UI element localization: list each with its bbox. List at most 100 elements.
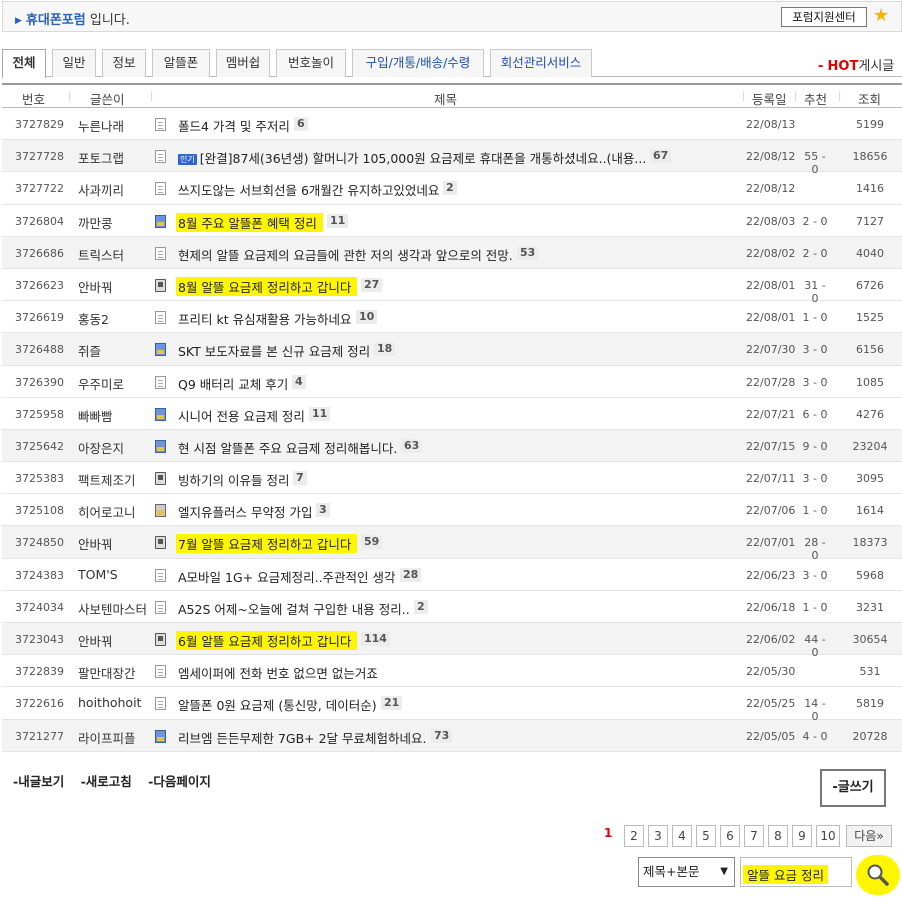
- page-link[interactable]: 10: [816, 825, 840, 847]
- comment-count[interactable]: 3: [316, 503, 330, 518]
- post-title-link[interactable]: 쓰지도않는 서브회선을 6개월간 유지하고있었네요: [178, 180, 439, 199]
- comment-count[interactable]: 53: [517, 245, 539, 260]
- comment-count[interactable]: 18: [374, 342, 396, 357]
- post-author[interactable]: 트릭스터: [78, 245, 124, 264]
- comment-count[interactable]: 28: [400, 567, 422, 582]
- page-link[interactable]: 3: [648, 825, 668, 847]
- phone-icon: [155, 472, 166, 486]
- comment-count[interactable]: 7: [293, 471, 307, 486]
- search-scope-value: 제목+본문: [643, 864, 700, 879]
- comment-count[interactable]: 73: [431, 728, 453, 743]
- search-scope-select[interactable]: 제목+본문 ▼: [638, 857, 735, 887]
- tab-purchase[interactable]: 구입/개통/배송/수령: [352, 49, 484, 77]
- page-link[interactable]: 8: [768, 825, 788, 847]
- tab-info[interactable]: 정보: [102, 49, 146, 77]
- doc-icon: [155, 150, 166, 164]
- page-link[interactable]: 9: [792, 825, 812, 847]
- post-title-link[interactable]: 프리티 kt 유심재활용 가능하네요: [178, 309, 352, 328]
- post-author[interactable]: 팔만대장간: [78, 663, 136, 682]
- post-title-link[interactable]: 인기 [완결]87세(36년생) 할머니가 105,000원 요금제로 휴대폰을 …: [178, 148, 646, 167]
- post-author[interactable]: 팩트제조기: [78, 470, 136, 489]
- comment-count[interactable]: 11: [327, 213, 349, 228]
- post-author[interactable]: 아장은지: [78, 438, 124, 457]
- post-title-link[interactable]: A모바일 1G+ 요금제정리..주관적인 생각: [178, 567, 396, 586]
- post-author[interactable]: 사과끼리: [78, 180, 124, 199]
- post-title-link[interactable]: SKT 보도자료를 본 신규 요금제 정리: [178, 341, 370, 360]
- tab-line-management[interactable]: 회선관리서비스: [490, 49, 592, 77]
- post-author[interactable]: 안바꿔: [78, 534, 113, 553]
- post-title-link[interactable]: Q9 배터리 교체 후기: [178, 374, 288, 393]
- comment-count[interactable]: 2: [414, 599, 428, 614]
- post-title-link[interactable]: 빙하기의 이유들 정리: [178, 470, 289, 489]
- comment-count[interactable]: 2: [443, 181, 457, 196]
- search-button[interactable]: [856, 855, 900, 895]
- page-link[interactable]: 6: [720, 825, 740, 847]
- post-author[interactable]: TOM'S: [78, 567, 118, 582]
- image-icon: [155, 407, 166, 421]
- tab-mvno[interactable]: 알뜰폰: [152, 49, 210, 77]
- tab-number-play[interactable]: 번호놀이: [276, 49, 346, 77]
- image-icon: [155, 214, 166, 228]
- post-title-link[interactable]: 엘지유플러스 무약정 가입: [178, 502, 312, 521]
- post-author[interactable]: 빠빠빰: [78, 406, 113, 425]
- comment-count[interactable]: 6: [294, 117, 308, 131]
- page-link[interactable]: 2: [624, 825, 644, 847]
- post-title-link[interactable]: 현제의 알뜰 요금제의 요금들에 관한 저의 생각과 앞으로의 전망.: [178, 245, 513, 264]
- post-title-link[interactable]: 폴드4 가격 및 주저리: [178, 116, 290, 135]
- post-number: 3727728: [15, 150, 64, 164]
- tab-all[interactable]: 전체: [2, 49, 46, 78]
- post-title-link[interactable]: 6월 알뜰 요금제 정리하고 갑니다: [176, 631, 358, 650]
- post-author[interactable]: hoithohoit: [78, 695, 141, 710]
- next-pages-button[interactable]: 다음»: [846, 825, 892, 847]
- search-input[interactable]: 알뜰 요금 정리: [740, 857, 852, 887]
- post-author[interactable]: 히어로고니: [78, 502, 136, 521]
- write-button[interactable]: -글쓰기: [820, 769, 886, 807]
- tab-general[interactable]: 일반: [52, 49, 96, 77]
- comment-count[interactable]: 11: [309, 406, 331, 421]
- post-views: 1416: [856, 182, 884, 196]
- tab-membership[interactable]: 멤버쉽: [216, 49, 270, 77]
- comment-count[interactable]: 114: [361, 632, 390, 646]
- my-posts-link[interactable]: -내글보기: [13, 774, 64, 789]
- post-title-link[interactable]: 시니어 전용 요금제 정리: [178, 406, 305, 425]
- post-author[interactable]: 라이프피플: [78, 728, 136, 747]
- post-title-link[interactable]: 현 시점 알뜰폰 주요 요금제 정리해봅니다.: [178, 438, 397, 457]
- comment-count[interactable]: 21: [381, 696, 403, 711]
- post-author[interactable]: 누른나래: [78, 116, 124, 135]
- page-link[interactable]: 7: [744, 825, 764, 847]
- comment-count[interactable]: 63: [401, 438, 423, 453]
- page-link[interactable]: 4: [672, 825, 692, 847]
- hot-board-link[interactable]: - HOT게시글: [818, 55, 894, 74]
- post-author[interactable]: 쥐즐: [78, 341, 101, 360]
- post-title-link[interactable]: 7월 알뜰 요금제 정리하고 갑니다: [176, 534, 358, 554]
- page-link[interactable]: 5: [696, 825, 716, 847]
- post-views: 6156: [856, 343, 884, 357]
- star-icon[interactable]: ★: [873, 5, 889, 26]
- next-page-link[interactable]: -다음페이지: [148, 774, 211, 789]
- post-author[interactable]: 안바꿔: [78, 277, 113, 296]
- post-title-link[interactable]: A52S 어제~오늘에 걸쳐 구입한 내용 정리..: [178, 599, 410, 618]
- comment-count[interactable]: 27: [361, 277, 383, 292]
- comment-count[interactable]: 67: [650, 149, 672, 164]
- post-views: 5968: [856, 568, 884, 582]
- comment-count[interactable]: 10: [356, 310, 378, 325]
- post-title-link[interactable]: 알뜰폰 0원 요금제 (통신망, 데이터순): [178, 695, 377, 714]
- post-author[interactable]: 포토그랩: [78, 148, 124, 167]
- post-date: 22/07/21: [746, 407, 796, 421]
- post-title-link[interactable]: 엠세이퍼에 전화 번호 없으면 없는거죠: [178, 663, 378, 682]
- post-title-link[interactable]: 리브엠 든든무제한 7GB+ 2달 무료체험하네요.: [178, 728, 427, 747]
- post-author[interactable]: 사보텐마스터: [78, 599, 147, 618]
- comment-count[interactable]: 4: [292, 374, 306, 389]
- post-author[interactable]: 까만콩: [78, 213, 113, 232]
- forum-support-button[interactable]: 포럼지원센터: [781, 7, 867, 27]
- forum-name-link[interactable]: 휴대폰포럼: [26, 13, 86, 28]
- comment-count[interactable]: 59: [361, 535, 383, 550]
- post-author[interactable]: 안바꿔: [78, 631, 113, 650]
- post-author[interactable]: 우주미로: [78, 374, 124, 393]
- post-author[interactable]: 홍동2: [78, 309, 109, 328]
- top-bar: ▶ 휴대폰포럼 입니다. 포럼지원센터 ★: [2, 1, 902, 32]
- refresh-link[interactable]: -새로고침: [81, 774, 132, 789]
- post-title-link[interactable]: 8월 알뜰 요금제 정리하고 갑니다: [176, 276, 358, 296]
- post-title-link[interactable]: 8월 주요 알뜰폰 혜택 정리: [176, 212, 323, 232]
- table-row: 3721277 라이프피플 리브엠 든든무제한 7GB+ 2달 무료체험하네요. 73…: [2, 719, 902, 752]
